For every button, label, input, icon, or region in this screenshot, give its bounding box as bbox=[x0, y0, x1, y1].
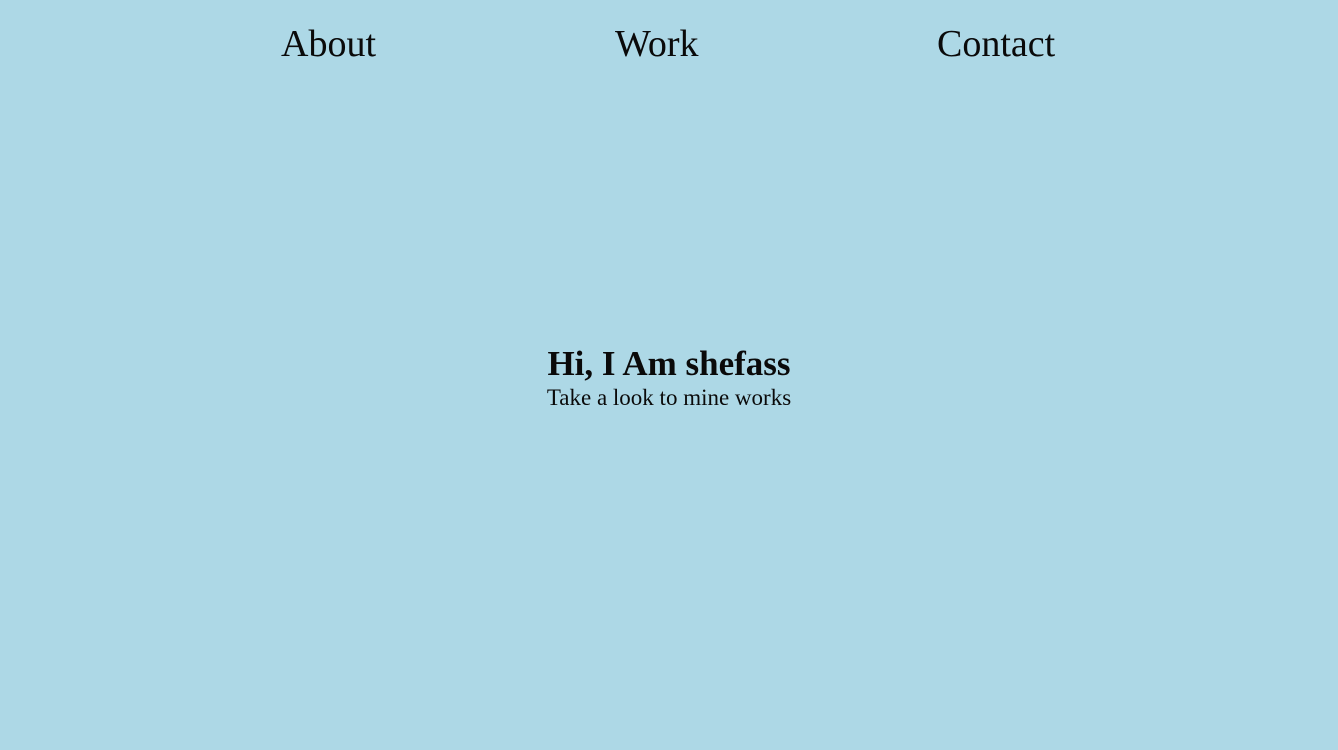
nav-link-contact[interactable]: Contact bbox=[937, 21, 1055, 67]
hero-title: Hi, I Am shefass bbox=[547, 344, 791, 383]
hero-section: Hi, I Am shefass Take a look to mine wor… bbox=[0, 343, 1338, 411]
nav-link-about[interactable]: About bbox=[281, 21, 376, 67]
hero-subtitle: Take a look to mine works bbox=[546, 385, 792, 410]
main-nav: About Work Contact bbox=[0, 21, 1338, 67]
nav-link-work[interactable]: Work bbox=[615, 21, 698, 67]
